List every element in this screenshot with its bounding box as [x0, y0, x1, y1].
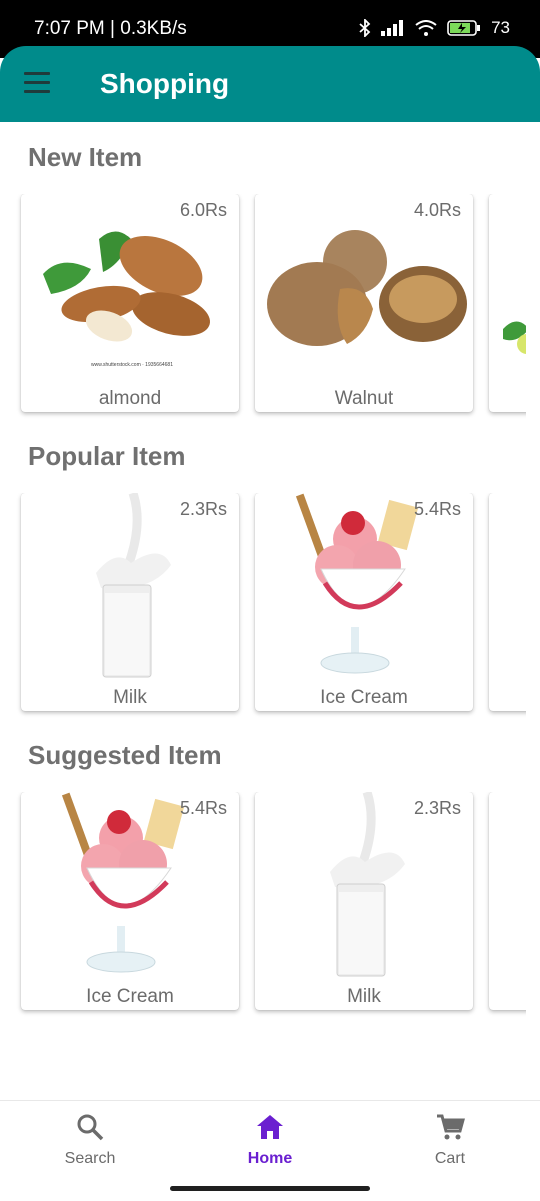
- product-card-partial[interactable]: [489, 792, 526, 1010]
- menu-icon[interactable]: [24, 72, 52, 96]
- nav-home-label: Home: [247, 1150, 293, 1167]
- product-card-ice-cream[interactable]: 5.4Rs Ice Cream: [21, 792, 239, 1010]
- item-price: 5.4Rs: [413, 499, 461, 519]
- section-title-suggested-item: Suggested Item: [28, 740, 222, 770]
- item-name: Ice Cream: [320, 687, 408, 708]
- section-title-popular-item: Popular Item: [28, 441, 186, 471]
- product-card-walnut[interactable]: 4.0Rs Walnut: [255, 194, 473, 412]
- search-icon: [76, 1114, 104, 1145]
- status-time-speed: 7:07 PM | 0.3KB/s: [34, 18, 187, 39]
- nav-cart-label: Cart: [434, 1150, 466, 1167]
- product-card-partial[interactable]: [489, 194, 526, 412]
- battery-level: 73: [491, 18, 510, 37]
- item-name: Milk: [347, 986, 381, 1007]
- nav-search-label: Search: [64, 1150, 116, 1167]
- item-price: 5.4Rs: [179, 798, 227, 818]
- product-card-milk[interactable]: 2.3Rs Milk: [21, 493, 239, 711]
- item-name: Ice Cream: [86, 986, 174, 1007]
- almond-image: www.shutterstock.com · 1935664681: [43, 231, 210, 368]
- nav-home[interactable]: Home: [210, 1113, 330, 1168]
- nav-search[interactable]: Search: [30, 1113, 150, 1168]
- signal-icon: [381, 20, 405, 36]
- bluetooth-icon: [359, 19, 371, 37]
- item-price: 6.0Rs: [179, 200, 227, 220]
- item-price: 4.0Rs: [413, 200, 461, 220]
- svg-text:www.shutterstock.com · 1935664: www.shutterstock.com · 1935664681: [91, 362, 173, 368]
- product-card-ice-cream[interactable]: 5.4Rs Ice Cream: [255, 493, 473, 711]
- item-price: 2.3Rs: [179, 499, 227, 519]
- item-price: 2.3Rs: [413, 798, 461, 818]
- suggested-item-row[interactable]: 5.4Rs Ice Cream 2.3Rs Milk: [0, 792, 526, 1022]
- item-name: almond: [98, 388, 162, 409]
- item-name: Milk: [113, 687, 147, 708]
- product-card-milk[interactable]: 2.3Rs Milk: [255, 792, 473, 1010]
- popular-item-row[interactable]: 2.3Rs Milk 5.4Rs Ice Cream: [0, 493, 526, 723]
- walnut-image: [267, 230, 467, 346]
- wifi-icon: [415, 20, 437, 36]
- battery-icon: [447, 20, 481, 36]
- new-item-row[interactable]: www.shutterstock.com · 1935664681 6.0Rs …: [0, 194, 526, 424]
- product-card-partial[interactable]: [489, 493, 526, 711]
- page-title: Shopping: [100, 68, 230, 99]
- status-icons: 73: [359, 18, 510, 38]
- item-name: Walnut: [334, 388, 394, 409]
- milk-image: [96, 493, 171, 678]
- app-bar: Shopping: [0, 46, 540, 122]
- ice-cream-image: [295, 493, 419, 674]
- lime-image: [503, 321, 526, 354]
- milk-image: [330, 792, 405, 977]
- nav-cart[interactable]: Cart: [390, 1113, 510, 1168]
- cart-icon: [435, 1114, 465, 1145]
- home-icon: [255, 1115, 285, 1145]
- section-title-new-item: New Item: [28, 142, 143, 172]
- product-card-almond[interactable]: www.shutterstock.com · 1935664681 6.0Rs …: [21, 194, 239, 412]
- gesture-bar: [170, 1186, 370, 1191]
- ice-cream-image: [61, 792, 185, 973]
